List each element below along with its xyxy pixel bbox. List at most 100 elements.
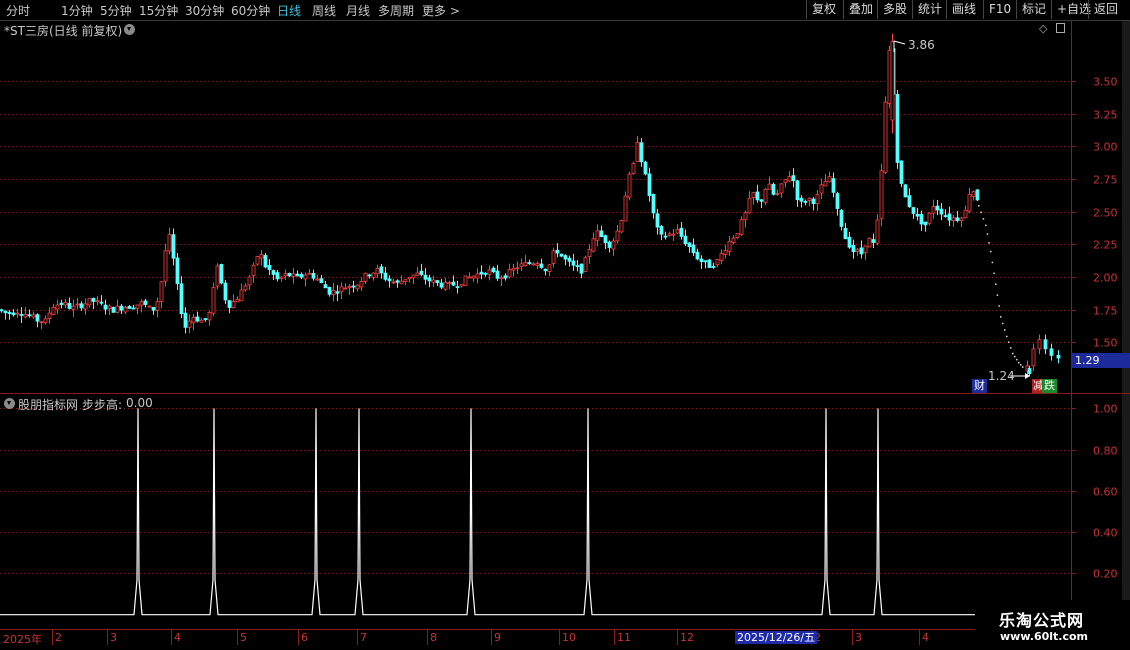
mark-button[interactable]: 标记 xyxy=(1016,0,1051,19)
panel-toggle-icon[interactable] xyxy=(1056,23,1065,33)
candle-body-up xyxy=(211,286,216,314)
tab-1min[interactable]: 1分钟 xyxy=(61,2,93,19)
tab-5min[interactable]: 5分钟 xyxy=(100,2,132,19)
candle-body-up xyxy=(807,198,812,201)
candle-body-up xyxy=(779,183,784,194)
draw-line-button[interactable]: 画线 xyxy=(946,0,983,19)
candle-body-up xyxy=(347,286,352,289)
candle-body-down xyxy=(907,195,912,208)
indicator-spike-series[interactable] xyxy=(0,408,1071,616)
candle-body-up xyxy=(75,303,80,306)
candle-body-up xyxy=(591,238,596,252)
candle-body-up xyxy=(783,179,788,183)
tab-60min[interactable]: 60分钟 xyxy=(231,2,270,19)
candle-body-down xyxy=(119,305,124,311)
candle-body-up xyxy=(959,217,964,221)
candle-body-up xyxy=(247,276,252,286)
candle-body-up xyxy=(855,249,860,252)
candle-body-down xyxy=(1027,368,1032,375)
candle-body-up xyxy=(519,263,524,267)
multi-stock-button[interactable]: 多股 xyxy=(877,0,912,19)
financial-badge[interactable]: 财 xyxy=(972,379,987,393)
candle-body-up xyxy=(671,233,676,236)
candle-body-up xyxy=(251,264,256,276)
candle-body-up xyxy=(243,285,248,291)
overlay-button[interactable]: 叠加 xyxy=(843,0,877,19)
candle-body-up xyxy=(147,305,152,308)
right-scrollbar-lower[interactable] xyxy=(1122,394,1130,629)
candle-body-down xyxy=(939,208,944,215)
tab-monthly[interactable]: 月线 xyxy=(346,2,370,19)
candle-body-up xyxy=(887,49,892,104)
candle-body-down xyxy=(847,236,852,248)
f10-button[interactable]: F10 xyxy=(983,0,1016,19)
candle-body-up xyxy=(471,275,476,279)
tab-30min[interactable]: 30分钟 xyxy=(185,2,224,19)
dotted-point xyxy=(1000,316,1002,318)
main-y-tick-label: 1.50 xyxy=(1093,337,1118,350)
candle-body-up xyxy=(43,318,48,324)
candle-body-up xyxy=(343,287,348,290)
tab-weekly[interactable]: 周线 xyxy=(312,2,336,19)
indicator-grid xyxy=(0,408,1071,574)
candle-body-down xyxy=(183,312,188,328)
candle-body-up xyxy=(431,279,436,283)
candle-body-down xyxy=(811,198,816,205)
indicator-dropdown-icon[interactable] xyxy=(4,398,15,409)
candle-body-down xyxy=(943,215,948,217)
candle-body-up xyxy=(467,276,472,279)
candle-body-down xyxy=(603,235,608,244)
candle-body-down xyxy=(655,213,660,228)
chart-svg[interactable]: 1.50 1.75 2.00 2.25 2.50 2.75 3.00 3.25 3.50 0.2… xyxy=(0,0,1130,650)
statistics-button[interactable]: 统计 xyxy=(912,0,946,19)
add-watchlist-button[interactable]: +自选 xyxy=(1051,0,1091,19)
candle-body-down xyxy=(323,284,328,289)
chart-area[interactable]: 1.50 1.75 2.00 2.25 2.50 2.75 3.00 3.25 3.50 0.2… xyxy=(0,0,1130,650)
time-label-dec: 12 xyxy=(680,631,694,644)
candle-body-down xyxy=(111,306,116,313)
dotted-point xyxy=(978,205,980,207)
dotted-point xyxy=(1012,352,1014,355)
candle-body-up xyxy=(735,233,740,239)
diamond-icon[interactable]: ◇ xyxy=(1039,22,1047,35)
indicator-panel-title: 股朋指标网 xyxy=(18,398,79,412)
candle-body-up xyxy=(235,298,240,303)
time-label-feb: 2 xyxy=(55,631,62,644)
candle-body-down xyxy=(27,314,32,317)
candle-body-up xyxy=(39,321,44,324)
candle-body-down xyxy=(171,234,176,259)
back-button[interactable]: 返回 xyxy=(1088,0,1130,19)
main-y-tick-label: 2.00 xyxy=(1093,272,1118,285)
candle-body-up xyxy=(879,170,884,220)
candle-body-down xyxy=(903,184,908,198)
candle-body-down xyxy=(695,251,700,260)
fuquan-button[interactable]: 复权 xyxy=(806,0,843,19)
candle-body-down xyxy=(151,306,156,311)
tab-more-label: 更多 xyxy=(422,4,447,18)
candle-body-down xyxy=(435,280,440,284)
candle-body-up xyxy=(283,273,288,277)
tab-multi-period[interactable]: 多周期 xyxy=(378,2,414,19)
candle-body-up xyxy=(63,302,68,306)
dotted-decline-series xyxy=(978,205,1024,368)
tab-fenshi[interactable]: 分时 xyxy=(6,2,30,19)
candle-body-up xyxy=(743,212,748,221)
candle-body-up xyxy=(139,301,144,306)
candle-body-down xyxy=(539,263,544,268)
candle-body-down xyxy=(427,277,432,282)
fall-badge[interactable]: 跌 xyxy=(1042,379,1057,393)
candle-body-up xyxy=(159,281,164,302)
candle-body-up xyxy=(403,279,408,282)
dropdown-icon[interactable] xyxy=(124,24,135,35)
candle-body-down xyxy=(691,244,696,254)
main-grid xyxy=(0,81,1071,343)
right-scrollbar[interactable] xyxy=(1122,20,1130,393)
tab-15min[interactable]: 15分钟 xyxy=(139,2,178,19)
candle-body-up xyxy=(823,181,828,187)
candlestick-series[interactable] xyxy=(0,33,1061,377)
dotted-point xyxy=(1018,361,1020,364)
tab-daily[interactable]: 日线 xyxy=(277,2,301,19)
tab-more[interactable]: 更多 > xyxy=(422,2,460,19)
main-y-ticks: 1.50 1.75 2.00 2.25 2.50 2.75 3.00 3.25 3.50 xyxy=(1071,76,1118,350)
candle-body-up xyxy=(675,229,680,234)
